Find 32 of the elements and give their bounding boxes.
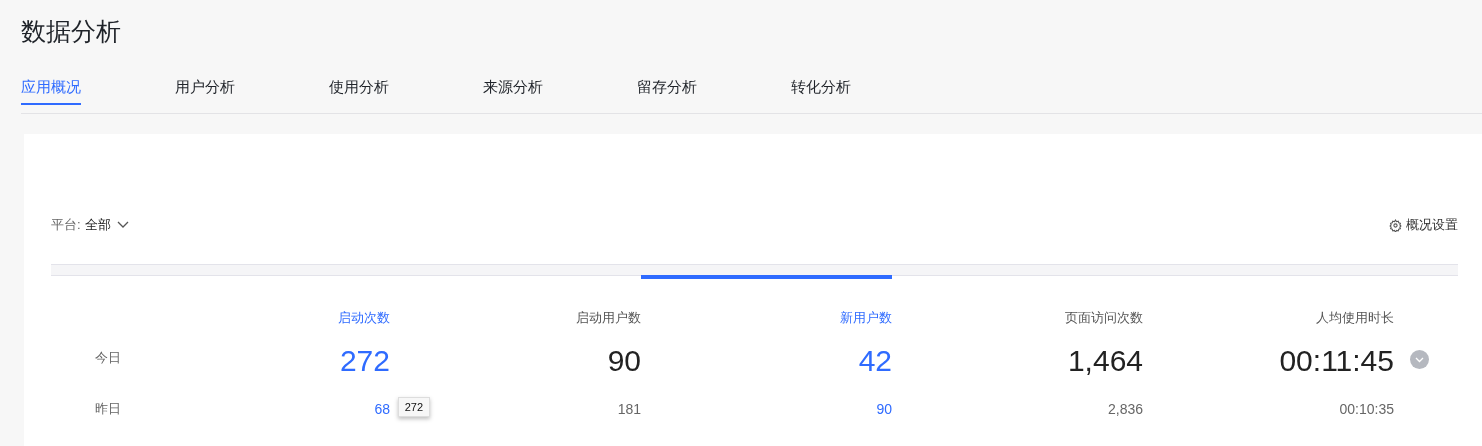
row-label: 昨日 <box>95 401 121 416</box>
tab[interactable]: 留存分析 <box>637 78 697 105</box>
metric-value: 90 <box>607 344 641 377</box>
metric-value: 1,464 <box>1067 344 1143 377</box>
tab[interactable]: 转化分析 <box>791 78 851 105</box>
settings-icon <box>1389 218 1402 232</box>
metric-value: 272 <box>339 344 390 377</box>
tab[interactable]: 应用概况 <box>21 78 81 105</box>
settings-link[interactable]: 概况设置 <box>1389 216 1458 234</box>
chevron-down-icon[interactable] <box>116 221 129 229</box>
platform-label: 平台: <box>51 216 81 234</box>
metric-name[interactable]: 启动用户数 <box>576 310 641 325</box>
tooltip: 272 <box>397 397 430 417</box>
platform-dropdown[interactable]: 全部 <box>84 216 111 234</box>
tab[interactable]: 来源分析 <box>483 78 543 105</box>
page-title: 数据分析 <box>21 16 122 47</box>
tab[interactable]: 使用分析 <box>329 78 389 105</box>
strip-segment <box>1394 264 1458 276</box>
metric-value: 68 <box>374 401 390 417</box>
metric-value: 2,836 <box>1107 401 1143 417</box>
metric-name[interactable]: 人均使用时长 <box>1316 310 1394 325</box>
metric-value: 42 <box>858 344 892 377</box>
metric-name[interactable]: 新用户数 <box>840 310 892 325</box>
metric-value: 90 <box>876 401 892 417</box>
metric-name[interactable]: 启动次数 <box>338 310 390 325</box>
metric-value: 00:11:45 <box>1279 344 1394 377</box>
metric-name[interactable]: 页面访问次数 <box>1065 310 1143 325</box>
metric-value: 00:10:35 <box>1339 401 1394 417</box>
chevron-circle-icon[interactable] <box>1410 349 1429 369</box>
row-label: 今日 <box>95 350 121 365</box>
metric-value: 181 <box>617 401 641 417</box>
tab[interactable]: 用户分析 <box>175 78 235 105</box>
